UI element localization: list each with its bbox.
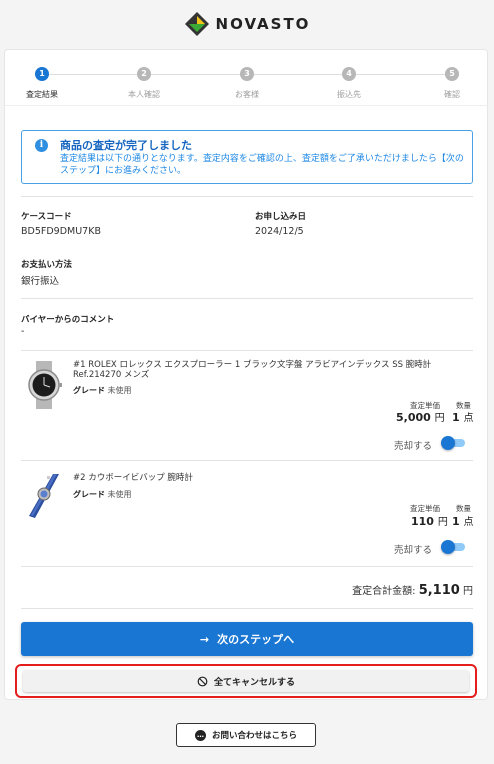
toggle-thumb [441,540,455,554]
step-number: 3 [240,67,254,81]
chat-bubble-icon: … [194,729,206,741]
assessment-total: 査定合計金額: 5,110 円 [352,582,473,598]
sell-toggle-label: 売却する [394,545,433,556]
assessment-card: 1 査定結果 2 本人確認 3 お客様 4 振込先 5 確認 i 商品の査定が完… [4,49,489,700]
price-number: 5,000 [396,411,431,424]
step-3: 3 お客様 [212,67,282,100]
item-grade-value: 未使用 [107,490,132,499]
next-step-label: 次のステップへ [217,633,295,646]
divider [21,460,473,461]
step-number: 2 [137,67,151,81]
item-title: #2 カウボーイビバップ 腕時計 [73,473,193,483]
divider [21,566,473,567]
divider [21,298,473,299]
apply-date-value: 2024/12/5 [255,226,304,237]
payment-method-value: 銀行振込 [21,276,60,287]
qty-unit: 点 [463,517,474,528]
item-grade: グレード 未使用 [73,385,132,396]
divider [21,608,473,609]
total-label: 査定合計金額: [352,586,416,597]
divider [21,196,473,197]
step-label: お客様 [235,90,259,99]
item-grade-value: 未使用 [107,386,132,395]
item-grade-label: グレード [73,490,105,499]
step-4: 4 振込先 [314,67,384,100]
item-title: #1 ROLEX ロレックス エクスプローラー 1 ブラック文字盤 アラビアイン… [73,360,432,380]
sell-toggle-label: 売却する [394,441,433,452]
sell-toggle[interactable] [441,436,465,450]
notice-body: 査定結果は以下の通りとなります。査定内容をご確認の上、査定額をご了承いただけまし… [60,154,464,176]
step-label: 確認 [444,90,460,99]
info-icon: i [35,139,48,152]
quantity-value: 1 点 [452,409,474,424]
buyer-comment-value: - [21,326,25,337]
total-unit: 円 [463,586,473,597]
divider [21,350,473,351]
qty-number: 1 [452,515,460,528]
total-value: 5,110 [418,583,460,598]
cancel-all-label: 全てキャンセルする [213,677,295,688]
contact-label: お問い合わせはこちら [211,731,297,741]
step-1: 1 査定結果 [7,67,77,100]
step-number: 4 [342,67,356,81]
step-label: 本人確認 [128,90,160,99]
buyer-comment-label: バイヤーからのコメント [21,315,115,325]
unit-price-value: 5,000 円 [396,409,445,424]
notice-title: 商品の査定が完了しました [60,139,192,152]
step-5: 5 確認 [417,67,487,100]
step-number: 5 [445,67,459,81]
brand-logo-mark-icon [184,12,209,36]
step-label: 振込先 [337,90,361,99]
price-number: 110 [411,515,434,528]
step-number: 1 [35,67,49,81]
case-code-label: ケースコード [21,212,72,222]
contact-button[interactable]: … お問い合わせはこちら [176,723,316,747]
qty-number: 1 [452,411,460,424]
item-grade: グレード 未使用 [73,489,132,500]
assessment-complete-notice: i 商品の査定が完了しました 査定結果は以下の通りとなります。査定内容をご確認の… [21,130,473,184]
brand-logo[interactable]: NOVASTO [184,11,311,37]
apply-date-label: お申し込み日 [255,212,307,222]
progress-stepper: 1 査定結果 2 本人確認 3 お客様 4 振込先 5 確認 [5,50,489,106]
step-label: 査定結果 [26,90,58,99]
unit-price-value: 110 円 [411,513,448,528]
brand-name: NOVASTO [215,15,311,33]
item-watch-image [29,474,59,518]
sell-toggle[interactable] [441,540,465,554]
next-step-button[interactable]: → 次のステップへ [21,622,473,656]
payment-method-label: お支払い方法 [21,260,73,270]
cancel-highlight: 全てキャンセルする [15,664,477,698]
qty-unit: 点 [463,413,474,424]
cancel-all-button[interactable]: 全てキャンセルする [23,670,469,692]
price-unit: 円 [437,517,448,528]
toggle-thumb [441,436,455,450]
item-watch-image [28,361,62,409]
case-code-value: BD5FD9DMU7KB [21,226,101,237]
item-grade-label: グレード [73,386,105,395]
step-2: 2 本人確認 [109,67,179,100]
price-unit: 円 [434,413,445,424]
arrow-right-icon: → [199,632,210,646]
site-header: NOVASTO [0,0,494,48]
quantity-value: 1 点 [452,513,474,528]
prohibited-icon [197,676,208,686]
